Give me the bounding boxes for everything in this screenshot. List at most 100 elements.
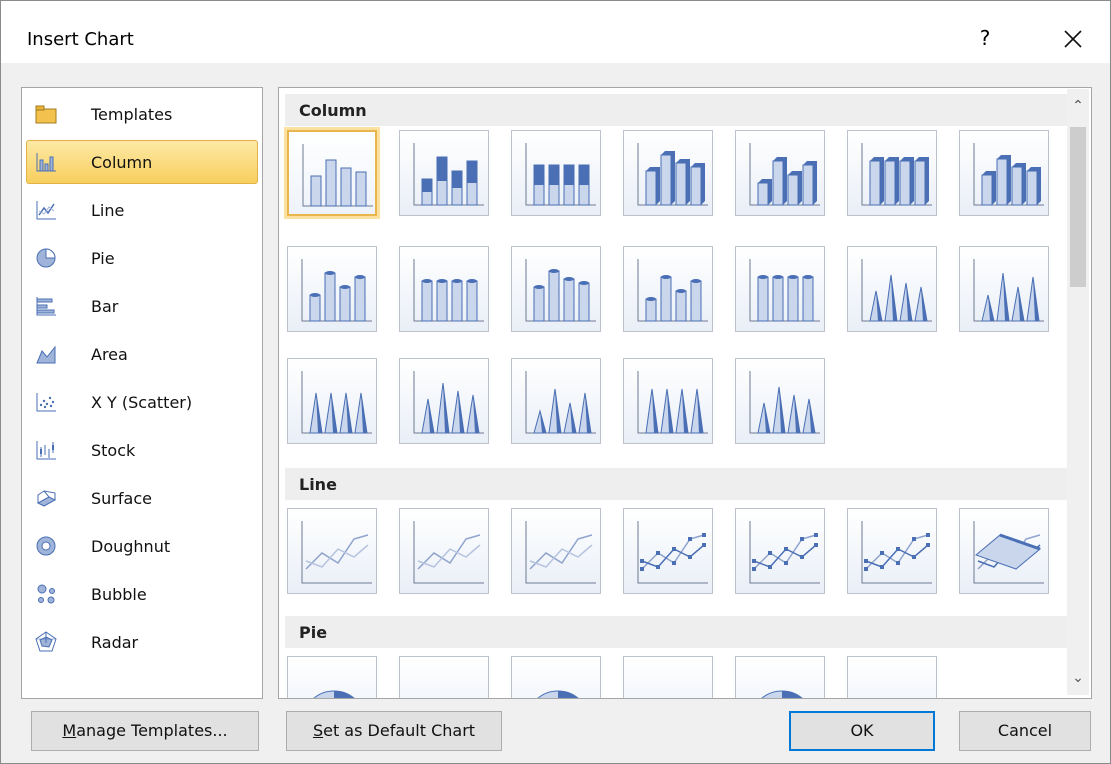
- chart-subtype-thumbnail-pie-6[interactable]: [847, 656, 938, 699]
- manage-templates-button[interactable]: Manage Templates...: [31, 711, 259, 751]
- chart-subtype-thumbnail-pie-5[interactable]: [735, 656, 825, 698]
- line-chart-preview-icon: [413, 521, 484, 584]
- scroll-up-icon[interactable]: ⌃: [1067, 89, 1089, 123]
- chart-type-label: Stock: [91, 441, 136, 460]
- chart-type-item-bar[interactable]: Bar: [26, 284, 258, 328]
- pie-chart-preview-icon: [761, 690, 803, 698]
- chart-type-item-radar[interactable]: Radar: [26, 620, 258, 664]
- chart-subtype-thumbnail-pie-3[interactable]: [511, 656, 601, 698]
- scroll-down-icon[interactable]: ⌄: [1067, 661, 1089, 695]
- mnemonic-s: S: [312, 721, 324, 740]
- section-title: Pie: [299, 623, 328, 642]
- pie-chart-preview-icon: [624, 657, 714, 699]
- column-chart-preview-icon: [525, 259, 596, 322]
- chart-type-label: Doughnut: [91, 537, 171, 556]
- chart-subtype-thumbnail-line-7[interactable]: [959, 508, 1049, 594]
- chart-type-item-pie[interactable]: Pie: [26, 236, 258, 280]
- chart-subtype-thumbnail-line-2[interactable]: [399, 508, 489, 594]
- help-button[interactable]: ?: [973, 25, 997, 51]
- pie-chart-icon: [36, 248, 56, 268]
- chart-subtype-thumbnail-line-6[interactable]: [847, 508, 937, 594]
- chart-subtype-thumbnail-column-10[interactable]: [511, 246, 601, 332]
- ok-button[interactable]: OK: [789, 711, 935, 751]
- chart-type-item-x-y-scatter[interactable]: X Y (Scatter): [26, 380, 258, 424]
- pie-chart-preview-icon: [848, 657, 938, 699]
- column-chart-preview-icon: [301, 259, 372, 322]
- chart-subtype-thumbnail-column-3[interactable]: [511, 130, 601, 216]
- chart-subtype-thumbnail-line-5[interactable]: [735, 508, 825, 594]
- column-chart-icon: [36, 153, 56, 172]
- radar-chart-icon: [35, 631, 57, 652]
- chart-type-item-stock[interactable]: Stock: [26, 428, 258, 472]
- cancel-button[interactable]: Cancel: [959, 711, 1091, 751]
- column-chart-preview-icon: [525, 371, 596, 434]
- column-chart-preview-icon: [749, 143, 820, 206]
- column-chart-preview-icon: [302, 144, 373, 207]
- line-chart-preview-icon: [749, 521, 820, 584]
- line-chart-preview-icon: [973, 521, 1044, 584]
- chart-subtype-thumbnail-column-18[interactable]: [623, 358, 713, 444]
- doughnut-chart-icon: [36, 536, 56, 556]
- chart-subtype-thumbnail-column-15[interactable]: [287, 358, 377, 444]
- chart-type-item-doughnut[interactable]: Doughnut: [26, 524, 258, 568]
- scroll-thumb[interactable]: [1070, 127, 1086, 287]
- close-button[interactable]: [1055, 21, 1091, 57]
- mnemonic-m: M: [62, 721, 77, 740]
- chart-type-item-line[interactable]: Line: [26, 188, 258, 232]
- chart-type-item-templates[interactable]: Templates: [26, 92, 258, 136]
- chart-subtype-thumbnail-line-3[interactable]: [511, 508, 601, 594]
- set-default-chart-button[interactable]: Set as Default Chart: [286, 711, 502, 751]
- chart-type-label: Bubble: [91, 585, 147, 604]
- pie-chart-preview-icon: [400, 657, 490, 699]
- insert-chart-dialog: Insert Chart ? Templates Column Line Pie Bar…: [0, 0, 1111, 764]
- chart-subtype-thumbnail-column-16[interactable]: [399, 358, 489, 444]
- chart-subtype-thumbnail-column-1[interactable]: [284, 127, 380, 219]
- column-chart-preview-icon: [861, 143, 932, 206]
- chart-subtype-thumbnail-pie-4[interactable]: [623, 656, 714, 699]
- button-label: et as Default Chart: [323, 721, 476, 740]
- chart-subtype-thumbnail-column-11[interactable]: [623, 246, 713, 332]
- chart-subtype-thumbnail-column-17[interactable]: [511, 358, 601, 444]
- chart-subtype-thumbnail-column-14[interactable]: [959, 246, 1049, 332]
- chart-subtype-thumbnail-column-8[interactable]: [287, 246, 377, 332]
- chart-type-item-surface[interactable]: Surface: [26, 476, 258, 520]
- chart-subtype-thumbnail-column-5[interactable]: [735, 130, 825, 216]
- chart-subtype-thumbnail-column-2[interactable]: [399, 130, 489, 216]
- pie-chart-preview-icon: [313, 690, 355, 698]
- chart-type-item-area[interactable]: Area: [26, 332, 258, 376]
- chart-type-label: Column: [91, 153, 153, 172]
- column-chart-preview-icon: [413, 371, 484, 434]
- gallery-scrollbar[interactable]: ⌃ ⌄: [1067, 89, 1089, 695]
- chart-type-item-bubble[interactable]: Bubble: [26, 572, 258, 616]
- title-bar: Insert Chart ?: [1, 1, 1110, 63]
- chart-type-label: Templates: [91, 105, 173, 124]
- section-title: Line: [299, 475, 337, 494]
- line-chart-icon: [36, 201, 56, 220]
- column-chart-preview-icon: [749, 259, 820, 322]
- chart-subtype-thumbnail-line-1[interactable]: [287, 508, 377, 594]
- column-chart-preview-icon: [637, 259, 708, 322]
- line-chart-preview-icon: [861, 521, 932, 584]
- button-label: anage Templates...: [76, 721, 228, 740]
- chart-subtype-thumbnail-column-6[interactable]: [847, 130, 937, 216]
- chart-subtype-thumbnail-pie-1[interactable]: [287, 656, 377, 698]
- line-chart-preview-icon: [301, 521, 372, 584]
- chart-subtype-thumbnail-column-19[interactable]: [735, 358, 825, 444]
- chart-type-item-column[interactable]: Column: [26, 140, 258, 184]
- chart-subtype-thumbnail-line-4[interactable]: [623, 508, 713, 594]
- dialog-title: Insert Chart: [27, 29, 134, 50]
- chart-subtype-thumbnail-pie-2[interactable]: [399, 656, 490, 699]
- chart-subtype-thumbnail-column-12[interactable]: [735, 246, 825, 332]
- column-chart-preview-icon: [413, 143, 484, 206]
- chart-type-list: Templates Column Line Pie Bar Area X Y (Scatte…: [21, 87, 263, 699]
- chart-type-label: Line: [91, 201, 125, 220]
- column-chart-preview-icon: [861, 259, 932, 322]
- chart-subtype-gallery: Column Line Pie: [278, 87, 1092, 699]
- column-chart-preview-icon: [973, 259, 1044, 322]
- chart-subtype-thumbnail-column-4[interactable]: [623, 130, 713, 216]
- chart-subtype-thumbnail-column-13[interactable]: [847, 246, 937, 332]
- chart-type-label: Area: [91, 345, 128, 364]
- chart-subtype-thumbnail-column-9[interactable]: [399, 246, 489, 332]
- column-chart-preview-icon: [973, 143, 1044, 206]
- chart-subtype-thumbnail-column-7[interactable]: [959, 130, 1049, 216]
